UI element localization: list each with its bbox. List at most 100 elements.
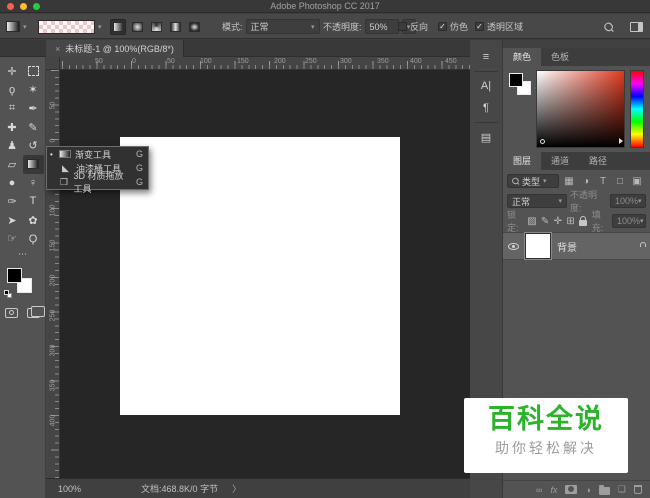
flyout-item-label: 3D 材质拖放工具 (73, 171, 124, 194)
chevron-down-icon: ▾ (558, 198, 562, 205)
document-tab[interactable]: × 未标题-1 @ 100%(RGB/8*) (46, 40, 184, 57)
eyedropper-tool[interactable]: ✒ (23, 99, 44, 118)
canvas-area[interactable]: 50 0 50 100 150 200 250 300 350 400 450 … (46, 57, 470, 478)
rectangular-marquee-tool[interactable] (23, 62, 44, 81)
layer-thumbnail[interactable] (524, 232, 552, 260)
lock-paint-icon: ✎ (540, 215, 550, 227)
status-chevron-icon[interactable]: 〉 (232, 482, 241, 495)
document-canvas[interactable] (120, 137, 400, 415)
screen-mode-button[interactable] (27, 305, 45, 318)
color-picker-handle[interactable] (539, 138, 546, 145)
layer-visibility-eye-icon[interactable] (508, 242, 519, 250)
filter-type-layers-button[interactable]: T (596, 176, 610, 187)
character-panel-button[interactable]: A| (470, 75, 502, 97)
flyout-shortcut: G (135, 177, 143, 187)
radial-gradient-button[interactable] (129, 19, 145, 35)
layer-row-background[interactable]: 背景 (503, 232, 650, 260)
eraser-tool[interactable]: ▱ (2, 155, 23, 174)
opacity-value: 50% (369, 21, 388, 32)
path-selection-tool[interactable]: ➤ (2, 211, 23, 230)
move-tool[interactable]: ✛ (2, 62, 23, 81)
tool-preset-picker[interactable]: ▾ (6, 14, 27, 39)
gradient-editor[interactable]: ▾ (38, 14, 102, 39)
flyout-item-label: 渐变工具 (75, 149, 112, 160)
libraries-panel-button[interactable]: ▤ (470, 126, 502, 148)
opacity-input[interactable]: 50% (364, 19, 399, 34)
dither-checkbox[interactable]: ✓ (438, 22, 447, 31)
horizontal-ruler: 50 0 50 100 150 200 250 300 350 400 450 (60, 57, 470, 70)
zoom-level-input[interactable]: 100% (58, 484, 81, 494)
zoom-tool[interactable]: Ϙ (23, 229, 44, 248)
filter-label: 类型 (522, 176, 541, 187)
linear-gradient-button[interactable] (110, 18, 126, 35)
layer-opacity-input[interactable]: 100% ▾ (610, 194, 646, 208)
link-layers-button[interactable]: ∞ (536, 485, 542, 495)
layer-fill-input[interactable]: 100% ▾ (611, 214, 646, 228)
flyout-item-gradient[interactable]: • 渐变工具 G (47, 147, 148, 161)
fill-label: 填充: (591, 210, 604, 233)
new-group-button[interactable] (598, 484, 610, 495)
close-tab-icon[interactable]: × (55, 44, 60, 54)
hand-tool[interactable]: ☞ (2, 229, 23, 248)
type-tool[interactable]: T (23, 192, 44, 211)
new-adjustment-layer-button[interactable]: ◑ (585, 485, 590, 495)
dodge-tool[interactable]: ♀ (23, 174, 44, 193)
tab-color[interactable]: 颜色 (503, 48, 542, 66)
lock-position-button[interactable]: ✛ (553, 216, 562, 227)
saturation-brightness-field[interactable] (536, 70, 625, 148)
diamond-gradient-button[interactable] (186, 19, 202, 35)
reflected-gradient-button[interactable] (167, 19, 183, 35)
add-layer-mask-button[interactable] (565, 485, 578, 494)
quick-mask-button[interactable] (5, 307, 18, 318)
properties-panel-button[interactable]: ≡ (470, 46, 502, 68)
lock-artboard-button[interactable]: ⊞ (566, 216, 575, 227)
lasso-tool[interactable]: ϙ (2, 81, 23, 100)
type-icon: T (29, 195, 37, 208)
filter-shape-layers-button[interactable]: □ (613, 176, 627, 187)
tab-swatches[interactable]: 色板 (541, 48, 579, 66)
spot-healing-brush-tool[interactable]: ✚ (2, 118, 23, 137)
tab-paths[interactable]: 路径 (579, 152, 617, 170)
transparency-checkbox[interactable]: ✓ (475, 22, 484, 31)
filter-smart-objects-button[interactable]: ▣ (630, 176, 644, 187)
gradient-tool[interactable] (22, 154, 44, 174)
layer-name: 背景 (557, 242, 577, 254)
blur-tool[interactable]: ● (2, 174, 23, 193)
search-button[interactable]: Ϙ (600, 14, 617, 39)
filter-adjustment-layers-button[interactable]: ◑ (579, 176, 593, 187)
flyout-item-3d-material-drop[interactable]: ❒ 3D 材质拖放工具 G (47, 171, 148, 194)
history-brush-tool[interactable]: ↺ (23, 136, 44, 155)
lock-transparent-pixels-button[interactable]: ▨ (527, 216, 536, 227)
crop-tool[interactable]: ⌗ (2, 99, 23, 118)
paragraph-panel-button[interactable]: ¶ (470, 97, 502, 119)
default-colors-button[interactable] (4, 289, 13, 299)
layer-filter-select[interactable]: Ϙ 类型 ▾ (507, 174, 559, 188)
lock-image-pixels-button[interactable]: ✎ (541, 216, 550, 227)
gradient-picker-arrow-icon[interactable]: ▾ (98, 23, 102, 31)
edit-toolbar-button[interactable]: ⋯ (0, 249, 45, 260)
foreground-color-swatch[interactable] (509, 73, 523, 87)
tab-layers[interactable]: 图层 (503, 152, 542, 170)
eyedropper-icon: ✒ (28, 102, 38, 115)
filter-pixel-layers-button[interactable]: ▦ (562, 176, 576, 187)
brush-tool[interactable]: ✎ (23, 118, 44, 137)
delete-layer-button[interactable] (634, 485, 642, 494)
character-icon: A| (480, 80, 492, 92)
layer-style-button[interactable]: fx (550, 485, 557, 495)
blur-icon: ● (8, 176, 16, 189)
lock-all-button[interactable] (579, 215, 588, 226)
reverse-checkbox[interactable] (398, 22, 407, 31)
workspace-button[interactable] (630, 14, 643, 39)
new-layer-button[interactable]: ❏ (618, 484, 626, 495)
foreground-color-swatch[interactable] (7, 267, 22, 283)
blend-mode-select[interactable]: 正常 ▾ (245, 19, 320, 34)
pen-tool[interactable]: ✑ (2, 192, 23, 211)
gradient-preview-swatch[interactable] (38, 19, 95, 34)
custom-shape-tool[interactable]: ✿ (23, 211, 44, 230)
layer-blend-mode-select[interactable]: 正常 ▾ (507, 194, 567, 208)
magic-wand-tool[interactable]: ✶ (23, 81, 44, 100)
hue-slider[interactable] (630, 70, 644, 148)
tab-channels[interactable]: 通道 (541, 152, 579, 170)
angle-gradient-button[interactable] (148, 19, 164, 35)
clone-stamp-tool[interactable]: ♟ (2, 136, 23, 155)
